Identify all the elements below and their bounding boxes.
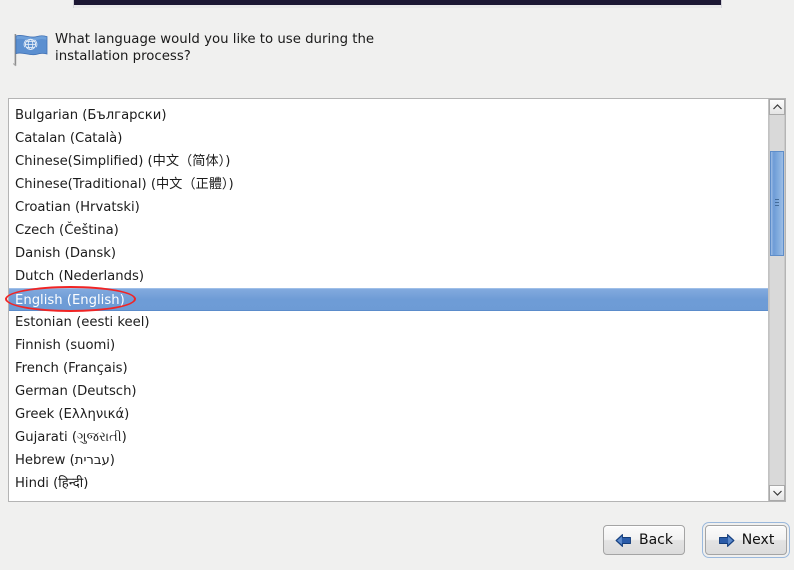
back-button-label: Back (639, 532, 673, 548)
list-item[interactable]: Czech (Čeština) (9, 219, 768, 242)
chevron-up-icon (772, 104, 782, 110)
arrow-left-icon (615, 533, 632, 548)
list-item-selected[interactable]: English (English) (9, 288, 768, 311)
list-item[interactable]: Greek (Ελληνικά) (9, 403, 768, 426)
header: What language would you like to use duri… (0, 22, 794, 84)
un-flag-icon (10, 30, 50, 68)
window-top-strip (73, 0, 722, 8)
list-item[interactable]: Hindi (हिन्दी) (9, 472, 768, 495)
next-button[interactable]: Next (702, 522, 790, 558)
list-item[interactable]: Gujarati (ગુજરાતી) (9, 426, 768, 449)
language-list[interactable]: Bulgarian (Български) Catalan (Català) C… (8, 98, 786, 502)
arrow-right-icon (718, 533, 735, 548)
list-item[interactable]: Estonian (eesti keel) (9, 311, 768, 334)
installer-prompt: What language would you like to use duri… (55, 32, 375, 64)
language-list-viewport[interactable]: Bulgarian (Български) Catalan (Català) C… (9, 99, 768, 501)
list-item[interactable]: German (Deutsch) (9, 380, 768, 403)
next-button-label: Next (741, 532, 775, 548)
scrollbar-grip-icon (775, 198, 779, 209)
scroll-up-button[interactable] (769, 99, 785, 115)
list-item[interactable]: Chinese(Traditional) (中文（正體）) (9, 173, 768, 196)
list-item[interactable]: Croatian (Hrvatski) (9, 196, 768, 219)
scroll-down-button[interactable] (769, 485, 785, 501)
scrollbar-thumb[interactable] (770, 151, 784, 256)
vertical-scrollbar[interactable] (768, 99, 785, 501)
list-item[interactable]: Chinese(Simplified) (中文（简体）) (9, 150, 768, 173)
list-item[interactable]: Catalan (Català) (9, 127, 768, 150)
list-item[interactable]: Hebrew (עברית) (9, 449, 768, 472)
chevron-down-icon (772, 490, 782, 496)
list-item[interactable]: Dutch (Nederlands) (9, 265, 768, 288)
list-item[interactable]: Finnish (suomi) (9, 334, 768, 357)
list-item[interactable]: French (Français) (9, 357, 768, 380)
footer: Back Next (0, 520, 794, 570)
list-item[interactable]: Danish (Dansk) (9, 242, 768, 265)
list-item[interactable]: Bulgarian (Български) (9, 104, 768, 127)
scrollbar-track[interactable] (769, 115, 785, 485)
back-button[interactable]: Back (603, 525, 685, 555)
